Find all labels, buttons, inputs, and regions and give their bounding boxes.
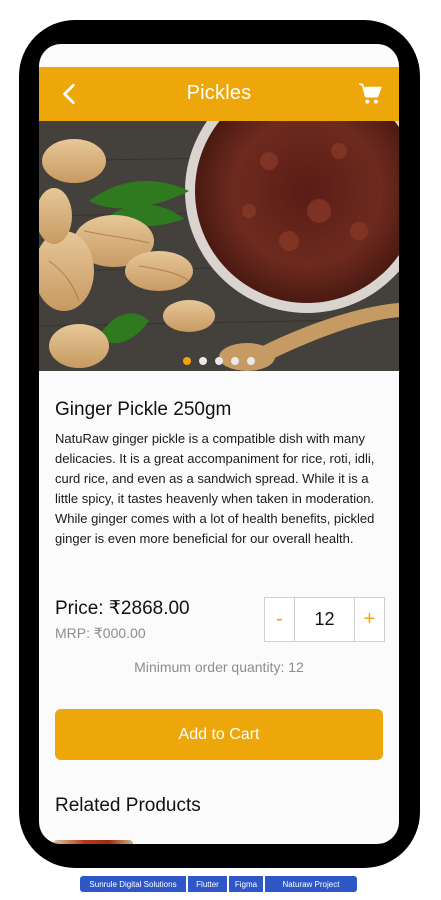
carousel-dot[interactable]: [231, 357, 239, 365]
carousel-dot[interactable]: [215, 357, 223, 365]
product-mrp: MRP: ₹000.00: [55, 625, 146, 641]
carousel-dot[interactable]: [247, 357, 255, 365]
related-products-heading: Related Products: [55, 795, 201, 816]
add-to-cart-button[interactable]: Add to Cart: [55, 709, 383, 760]
shopping-cart-icon[interactable]: [357, 81, 383, 107]
product-title: Ginger Pickle 250gm: [55, 399, 232, 420]
tag-company: Sunrule Digital Solutions: [80, 876, 186, 892]
page-title: Pickles: [186, 82, 252, 104]
decrement-button[interactable]: -: [265, 598, 294, 641]
quantity-stepper: - 12 +: [264, 597, 385, 642]
increment-button[interactable]: +: [355, 598, 384, 641]
tag-flutter: Flutter: [188, 876, 227, 892]
carousel-indicator: [39, 357, 399, 365]
minimum-order-note: Minimum order quantity: 12: [134, 659, 304, 675]
carousel-dot[interactable]: [183, 357, 191, 365]
footer-tags: Sunrule Digital Solutions Flutter Figma …: [80, 876, 357, 892]
carousel-dot[interactable]: [199, 357, 207, 365]
app-bar: Pickles: [39, 67, 399, 121]
product-description: NatuRaw ginger pickle is a compatible di…: [55, 431, 375, 546]
quantity-value[interactable]: 12: [294, 598, 355, 641]
product-image: [39, 121, 399, 371]
tag-figma: Figma: [229, 876, 263, 892]
product-price: Price: ₹2868.00: [55, 598, 190, 619]
product-image-carousel[interactable]: [39, 121, 399, 371]
tag-project: Naturaw Project: [265, 876, 357, 892]
related-product-thumbnail[interactable]: [53, 840, 133, 844]
app-screen: Pickles Ginger Pickle 250gm NatuRaw ging…: [39, 44, 399, 844]
